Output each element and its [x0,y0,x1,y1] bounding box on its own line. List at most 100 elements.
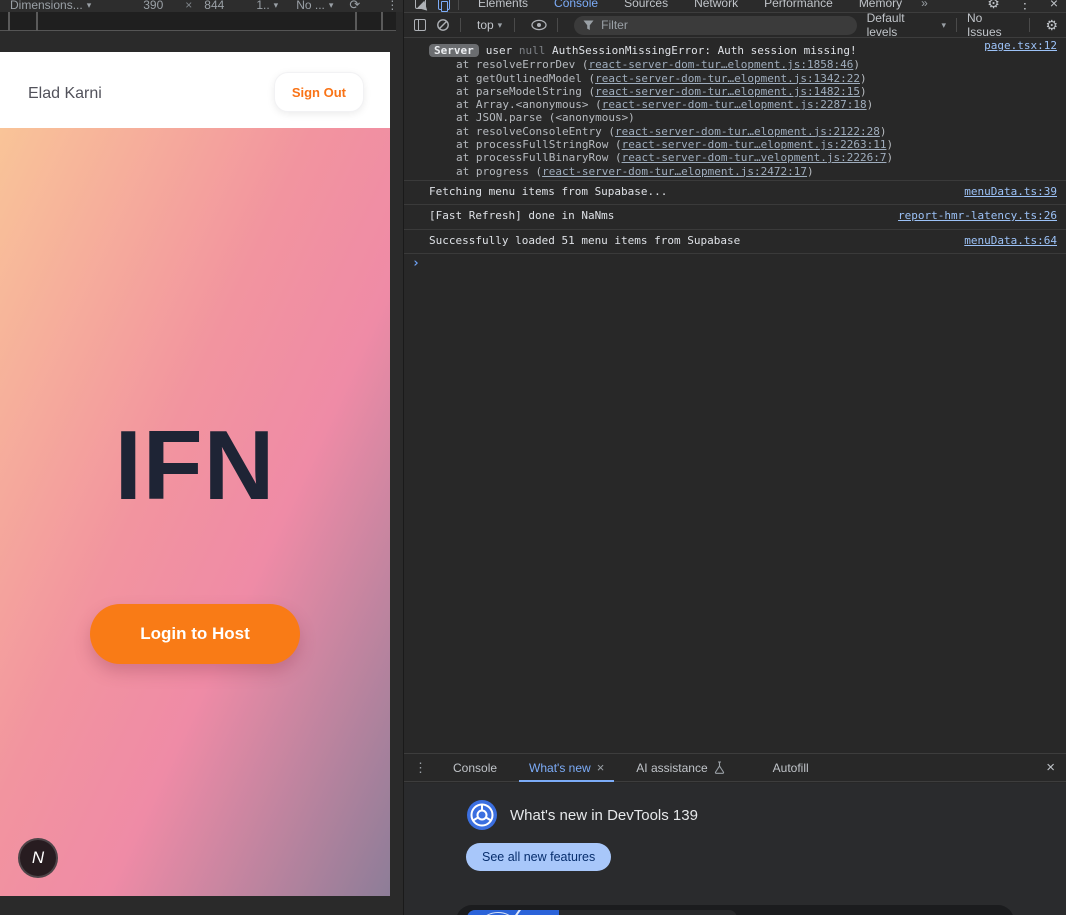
app-gradient-background: IFN Login to Host N [0,128,390,896]
log-levels-select[interactable]: Default levels [867,11,938,39]
settings-gear-icon[interactable]: ⚙ [978,0,1009,12]
tab-elements[interactable]: Elements [465,0,541,12]
drawer-close-icon[interactable]: × [1034,759,1066,776]
stack-text: at processFullStringRow ( [456,138,622,152]
drawer-menu-icon[interactable]: ⋮ [404,760,437,776]
tab-network[interactable]: Network [681,0,751,12]
whats-new-feature-card[interactable] [456,905,1014,915]
login-to-host-button[interactable]: Login to Host [90,604,300,664]
drawer-tab-ai-assistance[interactable]: AI assistance [626,754,734,782]
see-all-new-features-button[interactable]: See all new features [466,843,612,871]
null-token: null [518,44,546,57]
stack-link[interactable]: react-server-dom-tur…elopment.js:1342:22 [595,72,860,85]
console-settings-gear-icon[interactable]: ⚙ [1036,17,1066,34]
source-link[interactable]: page.tsx:12 [984,39,1057,52]
source-link[interactable]: menuData.ts:39 [964,185,1057,198]
drawer-tab-whats-new[interactable]: What's new × [519,754,614,782]
stack-text: ) [886,151,894,165]
console-log-area: Server user null AuthSessionMissingError:… [404,38,1066,753]
console-error-message: Server user null AuthSessionMissingError:… [404,38,1066,58]
log-text: [Fast Refresh] done in NaNms [429,209,615,223]
tab-sources[interactable]: Sources [611,0,681,12]
feature-thumbnail-image [467,910,559,915]
inspect-element-icon[interactable] [412,0,428,11]
rotate-device-icon[interactable]: ⟳ [349,0,360,12]
stack-text: at getOutlinedModel ( [456,71,596,85]
drawer-tab-autofill[interactable]: Autofill [763,754,819,782]
issues-counter[interactable]: No Issues [967,11,1019,39]
source-link[interactable]: report-hmr-latency.ts:26 [898,209,1057,222]
stack-frame: at Array.<anonymous> (react-server-dom-t… [404,98,1066,111]
ruler-tick [381,12,383,31]
stack-text: ) [853,58,860,72]
tab-console[interactable]: Console [541,0,611,12]
console-toolbar: top ▾ Filter Default levels ▾ No Issues … [404,11,1066,39]
chevron-down-icon: ▾ [328,0,334,10]
drawer-tab-console[interactable]: Console [443,754,507,782]
whats-new-header: What's new in DevTools 139 [466,799,698,831]
divider [458,0,459,10]
sign-out-button[interactable]: Sign Out [273,72,364,112]
stack-link[interactable]: react-server-dom-tur…elopment.js:1482:15 [595,85,860,98]
stack-text: at resolveConsoleEntry ( [456,124,615,138]
log-text: Fetching menu items from Supabase... [429,184,668,198]
device-toolbar-more-icon[interactable]: ⋮ [386,0,398,12]
tab-performance[interactable]: Performance [751,0,846,12]
stack-text: at JSON.parse (<anonymous>) [456,111,635,125]
zoom-select[interactable]: 1.. [256,0,269,12]
live-expression-eye-icon[interactable] [531,19,547,31]
more-tabs-icon[interactable]: » [915,0,934,10]
ruler-tick [355,12,357,31]
stack-link[interactable]: react-server-dom-tur…elopment.js:2263:11 [622,138,887,151]
user-name-label: Elad Karni [28,85,102,102]
log-text: Successfully loaded 51 menu items from S… [429,233,741,247]
error-text: AuthSessionMissingError: Auth session mi… [552,44,857,57]
clear-console-icon[interactable] [436,18,450,32]
stack-frame: at JSON.parse (<anonymous>) [404,111,1066,124]
divider [460,18,461,32]
devtools-menu-icon[interactable]: ⋮ [1009,0,1041,12]
stack-frame: at getOutlinedModel (react-server-dom-tu… [404,72,1066,85]
stack-text: ) [859,71,867,85]
viewport-height-field[interactable]: 844 [204,0,224,12]
stack-link[interactable]: react-server-dom-tur…elopment.js:2122:28 [615,125,880,138]
prompt-chevron-icon: › [412,255,420,271]
device-toolbar: Dimensions... ▾ 390 × 844 1.. ▾ No ... ▾… [0,0,403,12]
drawer-tab-label: What's new [529,760,591,775]
tab-close-icon[interactable]: × [597,760,605,775]
screenshot-root: Dimensions... ▾ 390 × 844 1.. ▾ No ... ▾… [0,0,1066,915]
stack-link[interactable]: react-server-dom-tur…elopment.js:2472:17 [542,165,807,178]
dimensions-select[interactable]: Dimensions... [10,0,83,12]
stack-link[interactable]: react-server-dom-tur…elopment.js:2287:18 [602,98,867,111]
stack-link[interactable]: react-server-dom-tur…elopment.js:1858:46 [588,58,853,71]
throttling-select[interactable]: No ... [296,0,325,12]
divider [557,18,559,32]
stack-frame: at resolveConsoleEntry (react-server-dom… [404,125,1066,138]
whats-new-panel: What's new in DevTools 139 See all new f… [404,783,1066,915]
stack-frame: at resolveErrorDev (react-server-dom-tur… [404,58,1066,71]
stack-frame: at parseModelString (react-server-dom-tu… [404,85,1066,98]
console-sidebar-toggle-icon[interactable] [414,19,426,31]
stack-frame: at processFullStringRow (react-server-do… [404,138,1066,151]
source-link[interactable]: menuData.ts:64 [964,234,1057,247]
dimension-times-label: × [185,0,193,12]
stack-frame: at processFullBinaryRow (react-server-do… [404,151,1066,164]
server-badge: Server [429,44,479,58]
stack-link[interactable]: react-server-dom-tur…velopment.js:2226:7 [622,151,887,164]
device-toolbar-toggle-icon[interactable] [436,0,452,12]
chevron-down-icon: ▾ [86,0,92,10]
execution-context-select[interactable]: top [477,18,494,32]
drawer-tab-label: AI assistance [636,760,708,775]
console-prompt[interactable]: › [404,252,1066,271]
drawer-tab-label: Console [453,760,498,775]
viewport-width-field[interactable]: 390 [143,0,163,12]
chevron-down-icon: ▾ [273,0,279,10]
stack-frame: at progress (react-server-dom-tur…elopme… [404,165,1066,178]
devtools-close-icon[interactable]: × [1041,0,1066,11]
stack-text: ) [886,138,894,152]
console-log-message: Successfully loaded 51 menu items from S… [404,228,1066,251]
drawer-tab-label: Autofill [772,760,809,775]
console-filter-input[interactable]: Filter [574,15,857,35]
stack-text: at processFullBinaryRow ( [456,151,622,165]
nextjs-dev-badge[interactable]: N [18,838,58,878]
